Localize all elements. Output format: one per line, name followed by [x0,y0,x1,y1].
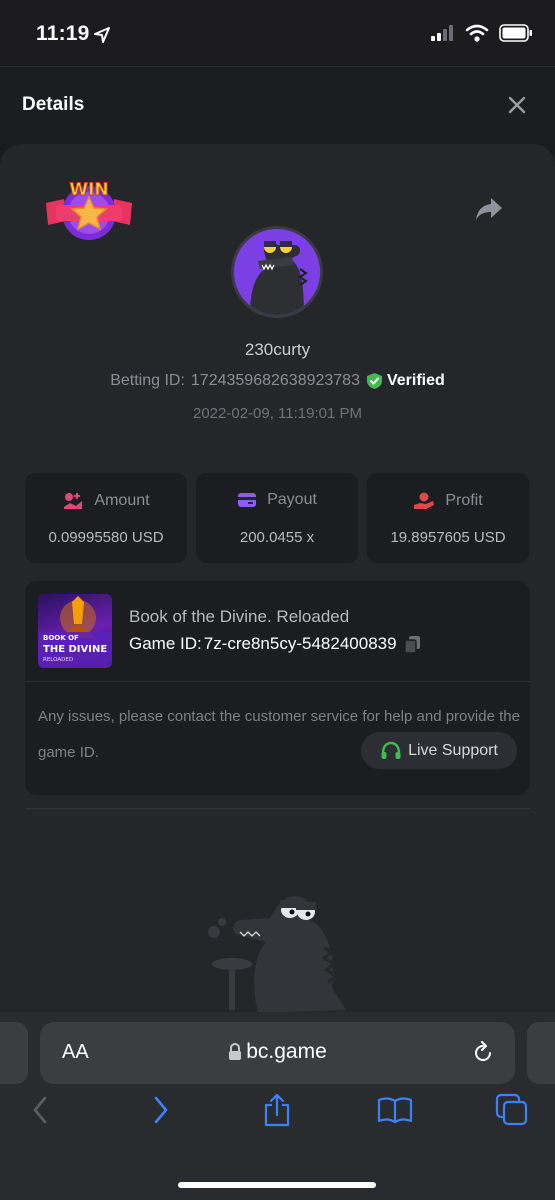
share-arrow-icon[interactable] [474,196,504,222]
status-indicators [431,24,533,42]
stat-value: 200.0455 x [239,529,315,546]
game-thumbnail[interactable]: BOOK OF THE DIVINE RELOADED [38,594,112,668]
bookmarks-button[interactable] [377,1092,413,1128]
address-bar[interactable]: AA bc.game [40,1022,515,1084]
amount-icon [64,493,83,509]
game-thumbnail-art: BOOK OF THE DIVINE RELOADED [38,596,112,668]
reload-icon[interactable] [471,1041,495,1065]
card-divider [25,681,530,682]
battery-icon [499,24,532,42]
crocodile-avatar-icon [234,229,320,315]
game-name: Book of the Divine. Reloaded [129,607,350,626]
share-icon [264,1093,290,1127]
shield-check-icon [366,373,382,389]
payout-card-icon [238,493,257,507]
status-time: 11:19 [36,22,90,45]
win-badge-icon: WIN [46,180,132,240]
stat-value: 19.8957605 USD [390,529,506,546]
profit-hand-coin-icon [414,492,435,509]
chevron-right-icon [154,1096,168,1124]
stat-label: Amount [94,492,150,509]
game-card: BOOK OF THE DIVINE RELOADED Book of the … [25,581,530,795]
thumb-title: THE DIVINE [43,644,107,655]
stat-value: 0.09995580 USD [48,529,164,546]
book-icon [377,1097,413,1124]
back-button[interactable] [22,1092,58,1128]
lock-icon [229,1043,242,1060]
location-arrow-icon [94,27,110,43]
betting-id-row: Betting ID: 1724359682638923783 Verified [0,372,555,390]
cellular-signal-icon [431,25,453,41]
tabs-icon [495,1093,528,1126]
stat-label: Profit [445,492,483,509]
details-header: Details [0,66,555,144]
url-text: bc.game [246,1040,327,1063]
section-divider [25,808,530,809]
crocodile-mascot-icon [208,896,346,1013]
win-badge-text: WIN [69,180,108,200]
verified-label: Verified [386,372,445,389]
headset-icon [381,741,401,759]
previous-tab-preview[interactable] [0,1022,28,1084]
game-id-label: Game ID: [129,634,202,653]
betting-id-value: 1724359682638923783 [190,372,360,389]
live-support-button[interactable]: Live Support [361,732,517,769]
username: 230curty [244,340,311,359]
status-bar: 11:19 [0,0,555,66]
next-tab-preview[interactable] [527,1022,555,1084]
bet-timestamp: 2022-02-09, 11:19:01 PM [192,405,362,422]
thumb-title-top: BOOK OF [43,634,79,642]
copy-icon[interactable] [403,634,423,654]
chevron-left-icon [33,1096,47,1124]
thumb-sub: RELOADED [43,657,73,663]
home-indicator [178,1182,376,1188]
share-button[interactable] [259,1092,295,1128]
stat-profit: Profit 19.8957605 USD [367,473,529,563]
tabs-button[interactable] [494,1092,530,1128]
betting-id-label: Betting ID: [110,372,185,389]
live-support-label: Live Support [408,741,498,759]
stat-label: Payout [267,491,317,508]
stat-amount: Amount 0.09995580 USD [25,473,187,563]
url-display[interactable]: bc.game [40,1040,515,1064]
verified-badge: Verified [366,372,445,390]
game-id-row: Game ID: 7z-cre8n5cy-5482400839 [129,634,423,654]
wifi-icon [465,24,489,42]
game-id-value: 7z-cre8n5cy-5482400839 [203,634,397,653]
stat-payout: Payout 200.0455 x [196,473,358,563]
forward-button[interactable] [143,1092,179,1128]
page-title: Details [22,94,85,115]
avatar [231,226,323,318]
close-icon[interactable] [507,95,527,115]
